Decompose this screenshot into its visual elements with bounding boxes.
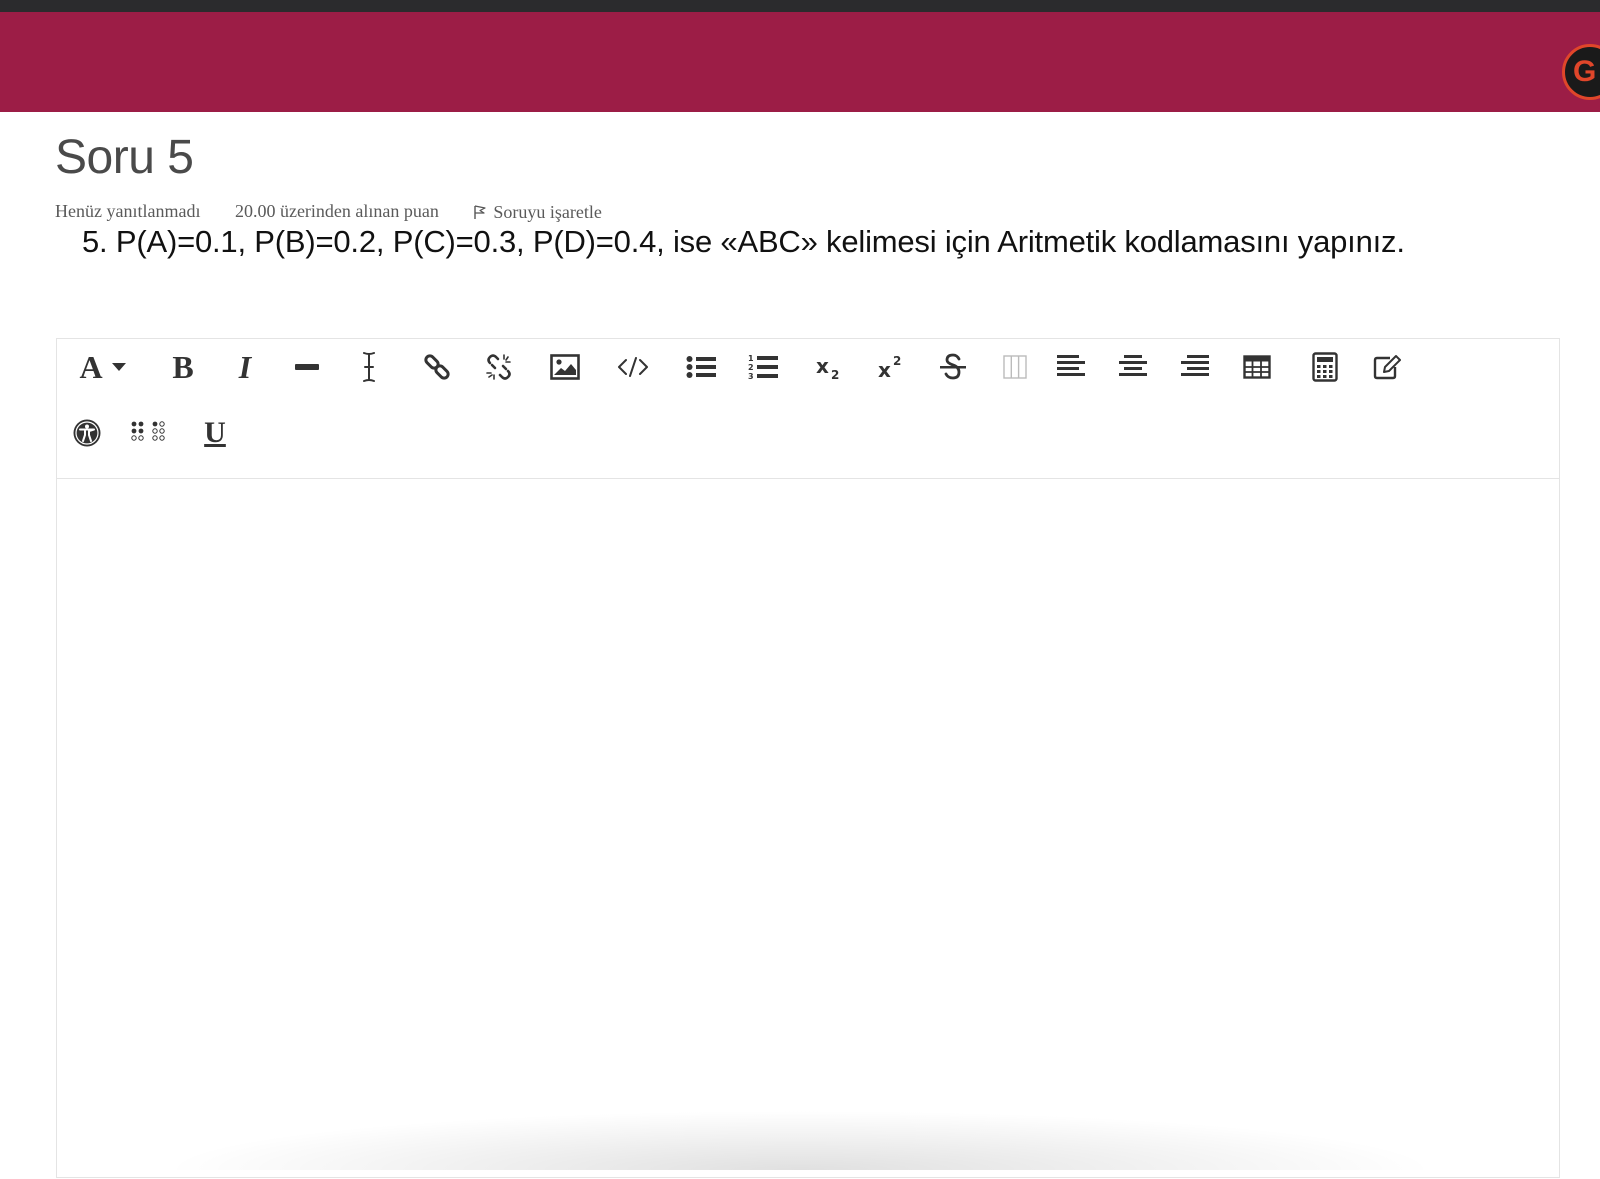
italic-button[interactable]: I bbox=[225, 347, 265, 387]
user-avatar[interactable]: G bbox=[1562, 44, 1600, 100]
superscript-icon: x 2 bbox=[878, 354, 901, 381]
horizontal-rule-icon bbox=[295, 364, 319, 370]
clear-formatting-button[interactable] bbox=[349, 347, 389, 387]
svg-text:x: x bbox=[816, 354, 829, 378]
flag-icon bbox=[474, 205, 486, 219]
accessibility-icon bbox=[73, 419, 101, 447]
image-button[interactable] bbox=[545, 347, 585, 387]
svg-text:1: 1 bbox=[748, 354, 754, 363]
calculator-icon bbox=[1312, 352, 1338, 382]
align-right-icon bbox=[1181, 355, 1209, 376]
code-button[interactable] bbox=[613, 347, 653, 387]
svg-text:2: 2 bbox=[831, 368, 839, 381]
image-icon bbox=[550, 354, 580, 380]
site-header: G bbox=[0, 12, 1600, 112]
columns-icon bbox=[1003, 355, 1027, 379]
braille-icon bbox=[131, 421, 165, 441]
browser-top-strip bbox=[0, 0, 1600, 12]
link-button[interactable] bbox=[417, 347, 457, 387]
strikethrough-button[interactable] bbox=[933, 347, 973, 387]
superscript-button[interactable]: x 2 bbox=[873, 347, 913, 387]
align-center-button[interactable] bbox=[1113, 347, 1153, 387]
flag-question-label: Soruyu işaretle bbox=[493, 202, 602, 223]
align-left-icon bbox=[1057, 355, 1085, 376]
braille-button[interactable] bbox=[129, 413, 169, 453]
svg-text:3: 3 bbox=[748, 372, 754, 381]
editor-toolbar: A B I 1 2 3 x 2 x 2 U bbox=[57, 339, 1559, 479]
code-icon bbox=[618, 357, 648, 377]
clear-formatting-icon bbox=[363, 352, 375, 382]
edit-icon bbox=[1373, 355, 1401, 380]
svg-text:x: x bbox=[878, 358, 891, 381]
horizontal-rule-button[interactable] bbox=[287, 347, 327, 387]
question-status: Henüz yanıtlanmadı bbox=[55, 201, 201, 222]
answer-editor: A B I 1 2 3 x 2 x 2 U bbox=[56, 338, 1560, 1178]
align-right-button[interactable] bbox=[1175, 347, 1215, 387]
answer-text-area[interactable] bbox=[57, 479, 1559, 1179]
flag-question-link[interactable]: Soruyu işaretle bbox=[473, 201, 602, 223]
bold-button[interactable]: B bbox=[163, 347, 203, 387]
strikethrough-icon bbox=[940, 353, 966, 380]
link-icon bbox=[424, 354, 450, 380]
table-button[interactable] bbox=[1237, 347, 1277, 387]
table-icon bbox=[1243, 355, 1271, 379]
unlink-button[interactable] bbox=[479, 347, 519, 387]
subscript-icon: x 2 bbox=[816, 354, 839, 381]
bold-icon: B bbox=[172, 348, 194, 385]
svg-text:2: 2 bbox=[893, 354, 901, 368]
numbered-list-button[interactable]: 1 2 3 bbox=[743, 347, 783, 387]
align-center-icon bbox=[1119, 355, 1147, 376]
question-text: 5. P(A)=0.1, P(B)=0.2, P(C)=0.3, P(D)=0.… bbox=[82, 224, 1405, 259]
italic-icon: I bbox=[238, 348, 252, 385]
font-style-icon: A bbox=[79, 348, 103, 385]
numbered-list-icon: 1 2 3 bbox=[748, 354, 778, 381]
accessibility-button[interactable] bbox=[67, 413, 107, 453]
align-left-button[interactable] bbox=[1051, 347, 1091, 387]
subscript-button[interactable]: x 2 bbox=[811, 347, 851, 387]
bullet-list-icon bbox=[686, 356, 716, 378]
underline-button[interactable]: U bbox=[195, 413, 235, 453]
question-score: 20.00 üzerinden alınan puan bbox=[234, 201, 439, 222]
unlink-icon bbox=[486, 354, 511, 380]
underline-icon: U bbox=[204, 416, 226, 449]
calculator-button[interactable] bbox=[1305, 347, 1345, 387]
bullet-list-button[interactable] bbox=[681, 347, 721, 387]
font-style-dropdown-button[interactable]: A bbox=[71, 347, 135, 387]
question-meta: Henüz yanıtlanmadı 20.00 üzerinden alına… bbox=[55, 200, 602, 223]
columns-button[interactable] bbox=[995, 347, 1035, 387]
chevron-down-icon bbox=[111, 363, 126, 371]
svg-text:2: 2 bbox=[748, 363, 754, 372]
edit-button[interactable] bbox=[1367, 347, 1407, 387]
page-title: Soru 5 bbox=[55, 131, 194, 184]
